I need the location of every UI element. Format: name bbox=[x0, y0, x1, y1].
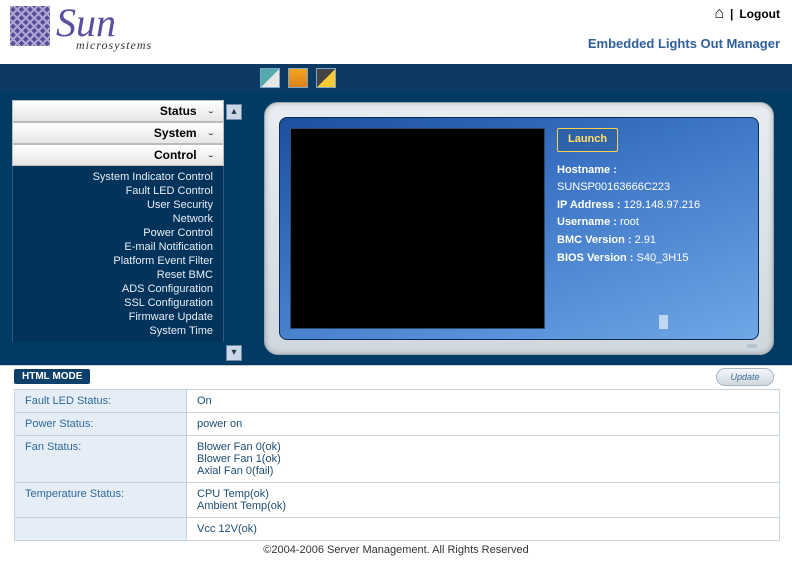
accordion-label: System bbox=[154, 126, 197, 140]
status-table: Fault LED Status: On Power Status: power… bbox=[14, 389, 780, 541]
table-row: Vcc 12V(ok) bbox=[15, 518, 780, 541]
chevron-icon: ⌄ bbox=[207, 130, 215, 137]
brand-main: Sun bbox=[56, 6, 152, 40]
sidebar-item[interactable]: Network bbox=[13, 212, 223, 226]
status-value-line: Blower Fan 0(ok) bbox=[197, 441, 769, 453]
control-menu: System Indicator Control Fault LED Contr… bbox=[12, 166, 224, 342]
sidebar-item[interactable]: Firmware Update bbox=[13, 310, 223, 324]
product-title: Embedded Lights Out Manager bbox=[588, 36, 780, 51]
ip-label: IP Address : bbox=[557, 199, 621, 211]
sidebar-item[interactable]: User Security bbox=[13, 198, 223, 212]
status-value: CPU Temp(ok) Ambient Temp(ok) bbox=[187, 483, 780, 518]
bmc-value: 2.91 bbox=[635, 234, 656, 246]
sidebar-item[interactable]: Power Control bbox=[13, 226, 223, 240]
brand-text: Sun microsystems bbox=[56, 6, 152, 53]
scroll-up-icon[interactable]: ▴ bbox=[226, 104, 242, 120]
status-value-line: Vcc 12V(ok) bbox=[197, 523, 769, 535]
status-label: Fault LED Status: bbox=[15, 390, 187, 413]
console-panel: Launch Hostname : SUNSP00163666C223 IP A… bbox=[264, 102, 774, 355]
status-label: Temperature Status: bbox=[15, 483, 187, 518]
bios-line: BIOS Version : S40_3H15 bbox=[557, 250, 748, 268]
accordion-system[interactable]: System ⌄ bbox=[12, 122, 224, 144]
ip-value: 129.148.97.216 bbox=[624, 199, 700, 211]
chevron-icon: ⌄ bbox=[207, 152, 215, 159]
home-icon[interactable]: ⌂ bbox=[714, 6, 724, 22]
hostname-label: Hostname : bbox=[557, 164, 617, 176]
sidebar-wrap: Status ⌄ System ⌄ Control ⌄ System Indic… bbox=[0, 92, 224, 365]
tool-orange-icon[interactable] bbox=[288, 68, 308, 88]
footer: ©2004-2006 Server Management. All Rights… bbox=[0, 541, 792, 556]
sidebar-item[interactable]: ADS Configuration bbox=[13, 282, 223, 296]
scroll-down-icon[interactable]: ▾ bbox=[226, 345, 242, 361]
sidebar: Status ⌄ System ⌄ Control ⌄ System Indic… bbox=[12, 100, 224, 365]
table-row: Fault LED Status: On bbox=[15, 390, 780, 413]
brand-sub: microsystems bbox=[76, 38, 152, 53]
sidebar-item[interactable]: Reset BMC bbox=[13, 268, 223, 282]
toolbar bbox=[0, 64, 792, 92]
mode-row: HTML MODE Update bbox=[0, 365, 792, 387]
status-value: power on bbox=[187, 413, 780, 436]
status-value: On bbox=[187, 390, 780, 413]
bmc-label: BMC Version : bbox=[557, 234, 632, 246]
status-label bbox=[15, 518, 187, 541]
status-value: Vcc 12V(ok) bbox=[187, 518, 780, 541]
tool-contrast-icon[interactable] bbox=[316, 68, 336, 88]
main: Status ⌄ System ⌄ Control ⌄ System Indic… bbox=[0, 92, 792, 365]
power-led-icon bbox=[747, 344, 757, 348]
bios-label: BIOS Version : bbox=[557, 252, 633, 264]
bmc-line: BMC Version : 2.91 bbox=[557, 232, 748, 250]
progress-indicator bbox=[659, 315, 668, 329]
console-info: Launch Hostname : SUNSP00163666C223 IP A… bbox=[557, 128, 748, 329]
sidebar-item[interactable]: SSL Configuration bbox=[13, 296, 223, 310]
chevron-icon: ⌄ bbox=[207, 108, 215, 115]
sidebar-item[interactable]: E-mail Notification bbox=[13, 240, 223, 254]
sidebar-item[interactable]: System Time bbox=[13, 324, 223, 338]
bios-value: S40_3H15 bbox=[636, 252, 688, 264]
status-value-line: power on bbox=[197, 418, 769, 430]
launch-button[interactable]: Launch bbox=[557, 128, 618, 152]
accordion-status[interactable]: Status ⌄ bbox=[12, 100, 224, 122]
header: Sun microsystems ⌂ | Logout Embedded Lig… bbox=[0, 0, 792, 64]
update-button[interactable]: Update bbox=[716, 368, 774, 386]
accordion-label: Status bbox=[160, 104, 197, 118]
status-value-line: Blower Fan 1(ok) bbox=[197, 453, 769, 465]
header-right: ⌂ | Logout Embedded Lights Out Manager bbox=[588, 6, 780, 51]
accordion-label: Control bbox=[154, 148, 197, 162]
status-value-line: Ambient Temp(ok) bbox=[197, 500, 769, 512]
table-row: Fan Status: Blower Fan 0(ok) Blower Fan … bbox=[15, 436, 780, 483]
status-value: Blower Fan 0(ok) Blower Fan 1(ok) Axial … bbox=[187, 436, 780, 483]
username-value: root bbox=[620, 216, 639, 228]
status-value-line: CPU Temp(ok) bbox=[197, 488, 769, 500]
username-line: Username : root bbox=[557, 214, 748, 232]
status-value-line: Axial Fan 0(fail) bbox=[197, 465, 769, 477]
console-screen[interactable] bbox=[290, 128, 545, 329]
table-row: Temperature Status: CPU Temp(ok) Ambient… bbox=[15, 483, 780, 518]
username-label: Username : bbox=[557, 216, 617, 228]
table-row: Power Status: power on bbox=[15, 413, 780, 436]
brand-logo: Sun microsystems bbox=[10, 6, 152, 53]
status-label: Power Status: bbox=[15, 413, 187, 436]
sidebar-item[interactable]: System Indicator Control bbox=[13, 170, 223, 184]
console-inner: Launch Hostname : SUNSP00163666C223 IP A… bbox=[279, 117, 759, 340]
sidebar-item[interactable]: Fault LED Control bbox=[13, 184, 223, 198]
ip-line: IP Address : 129.148.97.216 bbox=[557, 197, 748, 215]
sidebar-scroll: ▴ ▾ bbox=[224, 92, 244, 365]
hostname-line: Hostname : bbox=[557, 162, 748, 180]
hostname-value: SUNSP00163666C223 bbox=[557, 179, 748, 197]
sidebar-item[interactable]: Platform Event Filter bbox=[13, 254, 223, 268]
mode-tab[interactable]: HTML MODE bbox=[14, 369, 90, 384]
status-label: Fan Status: bbox=[15, 436, 187, 483]
logout-link[interactable]: Logout bbox=[739, 7, 780, 21]
accordion-control[interactable]: Control ⌄ bbox=[12, 144, 224, 166]
sun-logo-icon bbox=[10, 6, 50, 46]
separator: | bbox=[730, 7, 733, 21]
status-value-line: On bbox=[197, 395, 769, 407]
tool-monitor-icon[interactable] bbox=[260, 68, 280, 88]
